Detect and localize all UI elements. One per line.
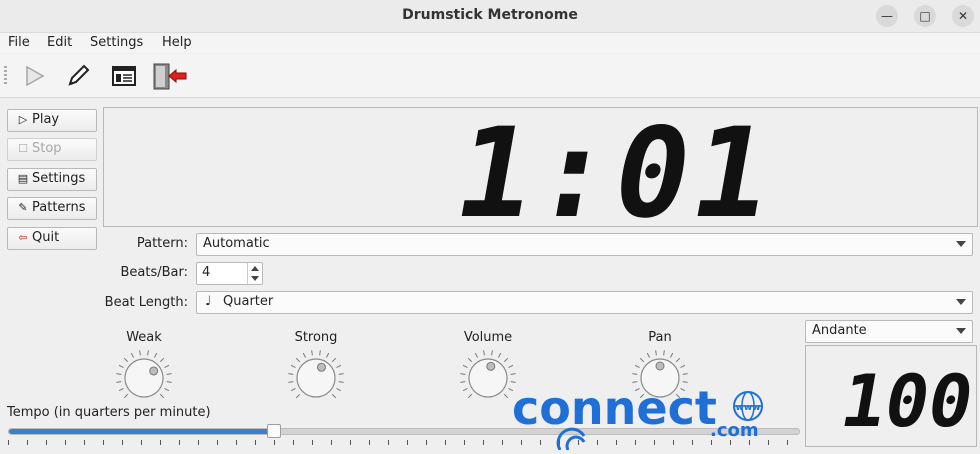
tempo-display: 100 — [805, 345, 980, 447]
maximize-button[interactable]: □ — [914, 5, 936, 27]
maximize-icon: □ — [919, 9, 931, 23]
weak-label: Weak — [126, 330, 162, 345]
quit-button-label: Quit — [32, 230, 60, 245]
play-button-label: Play — [32, 112, 60, 127]
knob-icon — [288, 350, 344, 399]
weak-dial[interactable] — [114, 348, 174, 408]
strong-label: Strong — [294, 330, 338, 345]
title-bar: Drumstick Metronome — □ ✕ — [0, 0, 980, 33]
minimize-icon: — — [881, 9, 893, 23]
toolbar-quit-button[interactable] — [152, 60, 187, 92]
close-button[interactable]: ✕ — [952, 5, 974, 27]
settings-button-label: Settings — [32, 171, 86, 186]
play-icon: ▷ — [18, 113, 28, 126]
exit-icon: ⇦ — [18, 231, 28, 244]
stop-button-label: Stop — [32, 141, 62, 156]
beat-length-label: Beat Length: — [104, 295, 188, 310]
play-button[interactable]: ▷ Play — [7, 109, 97, 132]
spin-arrows-icon — [251, 266, 259, 281]
patterns-button[interactable]: ✎ Patterns — [7, 197, 97, 220]
pattern-label: Pattern: — [136, 236, 188, 251]
watermark-text: connect — [512, 381, 717, 435]
menu-edit[interactable]: Edit — [47, 35, 72, 50]
pencil-icon — [68, 64, 90, 86]
tempo-value: 100 — [835, 361, 976, 444]
close-icon: ✕ — [957, 9, 969, 23]
stop-icon: ☐ — [18, 142, 28, 155]
knob-icon — [116, 350, 172, 399]
svg-text:1:01: 1:01 — [445, 108, 785, 226]
settings-panel-icon — [112, 66, 136, 86]
volume-dial[interactable] — [458, 348, 518, 408]
watermark-www: www — [736, 403, 761, 413]
patterns-button-label: Patterns — [32, 200, 86, 215]
exit-door-icon — [153, 63, 187, 90]
pattern-value: Automatic — [203, 236, 270, 251]
chevron-down-icon — [956, 241, 966, 247]
chevron-down-icon — [956, 299, 966, 305]
lcd-tempo: 100 — [835, 361, 980, 444]
quit-button[interactable]: ⇦ Quit — [7, 227, 97, 250]
pencil-icon: ✎ — [18, 201, 28, 214]
tempo-marking-value: Andante — [812, 323, 867, 338]
pan-label: Pan — [648, 330, 672, 345]
menu-settings[interactable]: Settings — [90, 35, 143, 50]
menu-file[interactable]: File — [8, 35, 30, 50]
beat-length-combo[interactable]: ♩ Quarter — [196, 291, 973, 314]
tempo-label: Tempo (in quarters per minute) — [7, 405, 211, 420]
play-icon — [26, 65, 45, 87]
chevron-down-icon — [956, 328, 966, 334]
beat-length-value: Quarter — [223, 294, 274, 309]
volume-label: Volume — [463, 330, 513, 345]
spin-buttons[interactable] — [247, 263, 262, 284]
tempo-slider-handle[interactable] — [266, 424, 281, 438]
watermark-logo: connect .com www — [512, 381, 763, 451]
minimize-button[interactable]: — — [876, 5, 898, 27]
tempo-slider-fill — [9, 429, 274, 434]
menu-bar: File Edit Settings Help — [0, 33, 980, 53]
menu-help[interactable]: Help — [162, 35, 192, 50]
settings-icon: ▤ — [17, 172, 29, 185]
watermark-domain: .com — [710, 420, 759, 441]
toolbar-play-button[interactable] — [18, 60, 50, 92]
toolbar-patterns-button[interactable] — [62, 60, 94, 92]
toolbar — [0, 54, 980, 98]
toolbar-settings-button[interactable] — [108, 60, 140, 92]
beats-per-bar-value: 4 — [202, 265, 211, 280]
window-title: Drumstick Metronome — [402, 7, 578, 23]
tempo-marking-combo[interactable]: Andante — [805, 320, 973, 343]
toolbar-grip[interactable] — [4, 66, 7, 86]
pattern-combo[interactable]: Automatic — [196, 233, 973, 256]
watermark: connect .com www — [510, 380, 780, 451]
knob-icon — [460, 350, 516, 399]
lcd-position: 1:01 — [445, 102, 785, 246]
position-display: 1:01 — [103, 102, 978, 246]
stop-button[interactable]: ☐ Stop — [7, 138, 97, 161]
beats-per-bar-label: Beats/Bar: — [120, 265, 188, 280]
settings-button[interactable]: ▤ Settings — [7, 168, 97, 191]
beats-per-bar-spinbox[interactable]: 4 — [196, 262, 263, 285]
lcd-beat: 01 — [602, 108, 785, 226]
quarter-note-icon: ♩ — [205, 294, 212, 309]
strong-dial[interactable] — [286, 348, 346, 408]
